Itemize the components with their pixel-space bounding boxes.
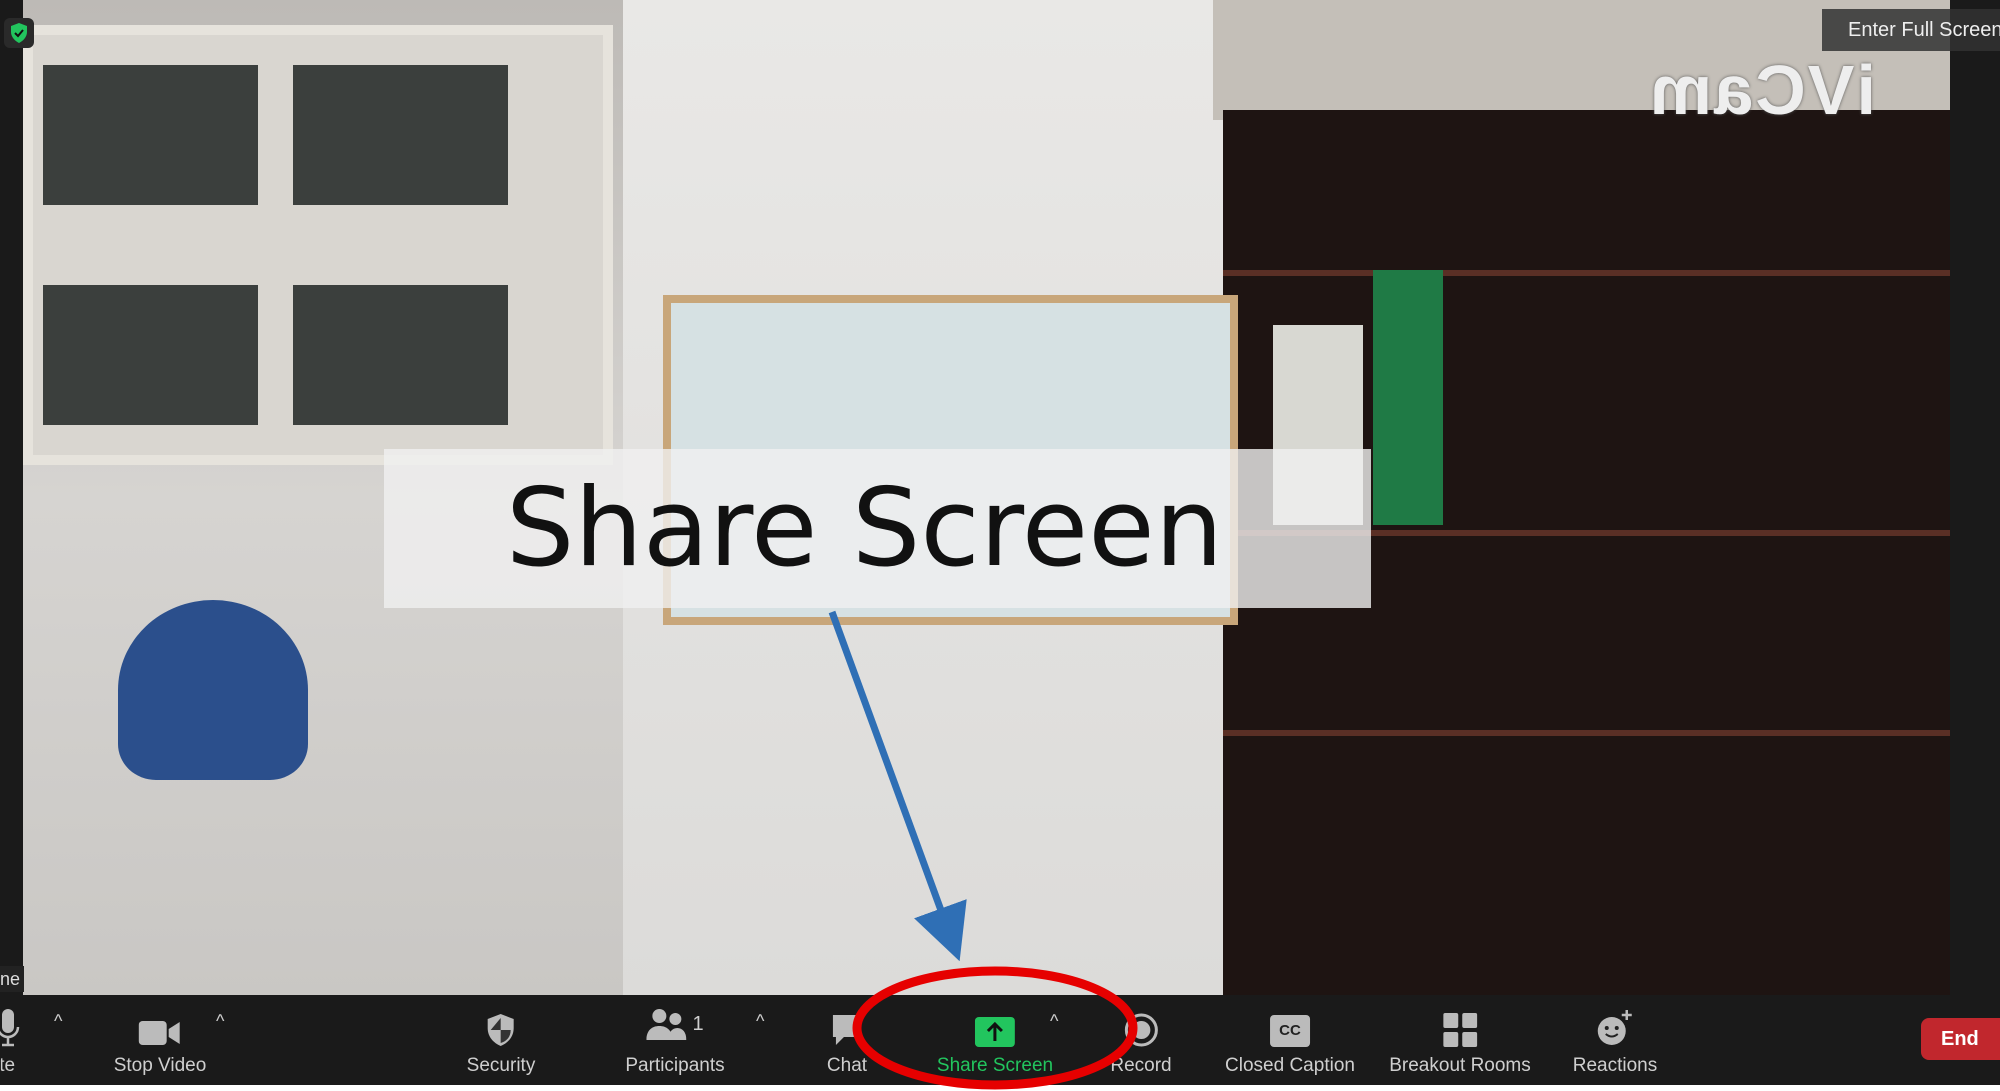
video-options-caret[interactable]: ^ — [216, 1011, 224, 1032]
security-button[interactable]: Security — [467, 995, 535, 1085]
overlay-title: Share Screen — [505, 466, 1224, 591]
encryption-shield-icon[interactable] — [4, 18, 34, 48]
participants-options-caret[interactable]: ^ — [756, 1011, 764, 1032]
record-icon — [1124, 1013, 1158, 1047]
audio-options-caret[interactable]: ^ — [54, 1011, 62, 1032]
reactions-button[interactable]: Reactions — [1573, 995, 1657, 1085]
enter-full-screen-button[interactable]: Enter Full Screen — [1822, 9, 2000, 51]
chat-bubble-icon — [832, 1015, 861, 1045]
share-screen-button[interactable]: Share Screen — [937, 995, 1053, 1085]
meeting-toolbar: Mute ^ Stop Video ^ Security 1 Participa… — [0, 995, 2000, 1085]
window — [23, 25, 613, 465]
share-options-caret[interactable]: ^ — [1050, 1011, 1058, 1032]
end-meeting-button[interactable]: End — [1921, 1018, 2000, 1060]
video-camera-icon — [139, 1021, 180, 1045]
closed-caption-button[interactable]: CC Closed Caption — [1225, 995, 1355, 1085]
lamp — [118, 600, 308, 780]
participant-count: 1 — [692, 1012, 704, 1035]
ivcam-watermark: iVCam — [1648, 51, 1876, 129]
breakout-rooms-grid-icon — [1442, 1013, 1477, 1047]
chat-button[interactable]: Chat — [827, 995, 867, 1085]
participants-button[interactable]: 1 Participants — [625, 995, 725, 1085]
participant-name-label: ne — [0, 966, 24, 992]
stop-video-button[interactable]: Stop Video — [114, 995, 206, 1085]
microphone-icon — [0, 1009, 20, 1047]
breakout-rooms-button[interactable]: Breakout Rooms — [1389, 995, 1531, 1085]
reactions-smiley-icon — [1598, 1010, 1632, 1045]
closed-caption-icon: CC — [1269, 1015, 1310, 1047]
mute-button[interactable]: Mute — [0, 995, 20, 1085]
security-shield-icon — [487, 1014, 514, 1046]
record-button[interactable]: Record — [1110, 995, 1172, 1085]
share-screen-arrow-icon — [975, 1017, 1015, 1047]
participants-icon — [646, 1009, 687, 1040]
